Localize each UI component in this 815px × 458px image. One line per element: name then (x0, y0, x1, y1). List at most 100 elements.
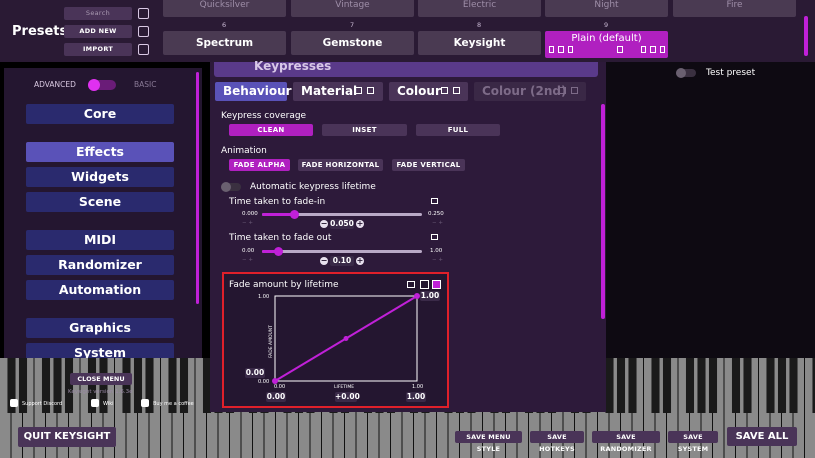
trash-icon[interactable] (659, 46, 665, 53)
paste-icon[interactable] (367, 87, 374, 94)
coverage-clean[interactable]: CLEAN (229, 124, 313, 136)
fade-in-increment[interactable]: + (356, 220, 364, 228)
nav-graphics[interactable]: Graphics (26, 318, 174, 338)
tab-colour[interactable]: Colour (389, 82, 468, 101)
save-icon[interactable] (650, 46, 656, 53)
preset-tile-vintage[interactable]: Vintage (291, 0, 414, 17)
nav-midi[interactable]: MIDI (26, 230, 174, 250)
preset-tile-keysight[interactable]: Keysight (418, 31, 541, 55)
paste-icon[interactable] (453, 87, 460, 94)
preset-tile-night[interactable]: Night (545, 0, 668, 17)
black-key (605, 358, 614, 413)
mode-toggle[interactable] (88, 79, 116, 91)
curve-mid-point[interactable] (343, 336, 349, 341)
fade-in-decrement[interactable]: − (320, 220, 328, 228)
fade-in-label: Time taken to fade-in (229, 197, 326, 207)
coverage-full[interactable]: FULL (416, 124, 500, 136)
copy-icon[interactable] (441, 87, 448, 94)
black-key (651, 358, 660, 413)
animation-fade-alpha[interactable]: FADE ALPHA (229, 159, 290, 171)
buy-coffee-link[interactable]: Buy me a coffee (153, 401, 194, 407)
black-key (743, 358, 752, 413)
save-system-button[interactable]: SAVE SYSTEM (668, 431, 718, 453)
fade-out-min: 0.00 (242, 248, 255, 254)
animation-fade-vertical[interactable]: FADE VERTICAL (392, 159, 465, 171)
preset-tile-plain-default[interactable]: Plain (default) (545, 31, 668, 58)
save-randomizer-button[interactable]: SAVE RANDOMIZER (592, 431, 660, 453)
preset-scrollbar[interactable] (804, 16, 808, 56)
fade-out-decrement[interactable]: − (320, 257, 328, 265)
fade-out-value[interactable]: 0.10 (330, 256, 354, 266)
save-menu-style-button[interactable]: SAVE MENU STYLE (455, 431, 522, 453)
bottom-left-value[interactable]: 0.00 (266, 392, 286, 402)
nav-core[interactable]: Core (26, 104, 174, 124)
animation-fade-horizontal[interactable]: FADE HORIZONTAL (298, 159, 383, 171)
preset-tile-fire[interactable]: Fire (673, 0, 796, 17)
linear-curve-icon[interactable] (432, 280, 441, 289)
quit-button[interactable]: QUIT KEYSIGHT (18, 427, 116, 447)
preset-tile-quicksilver[interactable]: Quicksilver (163, 0, 286, 17)
step-curve-icon[interactable] (420, 280, 429, 289)
decrement-hint: − + (242, 220, 253, 226)
preset-number: 7 (350, 21, 355, 29)
save-hotkeys-button[interactable]: SAVE HOTKEYS (530, 431, 584, 453)
wiki-icon[interactable] (91, 399, 99, 407)
paste-icon[interactable] (571, 87, 578, 94)
paste-icon[interactable] (558, 46, 564, 53)
coffee-icon[interactable] (141, 399, 149, 407)
test-preset-label: Test preset (706, 68, 756, 78)
reset-icon[interactable] (407, 281, 415, 288)
tab-colour-2nd[interactable]: Colour (2nd) (474, 82, 586, 101)
nav-randomizer[interactable]: Randomizer (26, 255, 174, 275)
copy-icon[interactable] (355, 87, 362, 94)
discord-icon[interactable] (10, 399, 18, 407)
nav-effects[interactable]: Effects (26, 142, 174, 162)
reorder-icon[interactable] (138, 26, 149, 37)
mid-value[interactable]: +0.00 (335, 392, 360, 402)
black-key (777, 358, 787, 413)
edit-icon[interactable] (617, 46, 623, 53)
start-value[interactable]: 0.00 (245, 368, 265, 378)
wiki-link[interactable]: Wiki (103, 401, 114, 407)
folder-icon[interactable] (138, 8, 149, 19)
nav-automation[interactable]: Automation (26, 280, 174, 300)
fade-in-slider-knob[interactable] (289, 210, 299, 219)
nav-widgets[interactable]: Widgets (26, 167, 174, 187)
close-menu-button[interactable]: CLOSE MENU (70, 373, 132, 385)
coverage-inset[interactable]: INSET (322, 124, 407, 136)
panel-scrollbar[interactable] (601, 104, 605, 319)
save-all-button[interactable]: SAVE ALL (727, 427, 797, 446)
preset-tile-gemstone[interactable]: Gemstone (291, 31, 414, 55)
search-input[interactable]: Search (64, 7, 132, 20)
fade-out-slider[interactable] (262, 250, 422, 253)
decrement-hint: − + (242, 257, 253, 263)
reset-icon[interactable] (431, 234, 438, 240)
duplicate-icon[interactable] (567, 46, 574, 53)
preset-tile-actions (549, 46, 665, 54)
preset-tile-spectrum[interactable]: Spectrum (163, 31, 286, 55)
import-button[interactable]: IMPORT (64, 43, 132, 56)
side-menu-scrollbar[interactable] (196, 72, 199, 304)
support-discord-link[interactable]: Support Discord (22, 401, 62, 407)
copy-icon[interactable] (559, 87, 566, 94)
save-icon[interactable] (138, 44, 149, 55)
reorder-icon[interactable] (640, 46, 647, 53)
tab-behaviour[interactable]: Behaviour (215, 82, 292, 101)
fade-in-value[interactable]: 0.050 (330, 219, 354, 229)
x-axis-min: 0.00 (274, 384, 285, 390)
fade-curve-graph[interactable]: 1.00 0.00 0.00 1.00 LIFETIME FADE AMOUNT (230, 290, 442, 402)
auto-lifetime-toggle[interactable] (221, 182, 241, 192)
preset-tile-electric[interactable]: Electric (418, 0, 541, 17)
end-value[interactable]: 1.00 (420, 291, 440, 301)
bottom-right-value[interactable]: 1.00 (406, 392, 426, 402)
fade-out-increment[interactable]: + (356, 257, 364, 265)
nav-scene[interactable]: Scene (26, 192, 174, 212)
tab-material[interactable]: Material (293, 82, 383, 101)
test-preset-toggle[interactable] (676, 68, 696, 78)
black-key (697, 358, 706, 413)
reset-icon[interactable] (431, 198, 438, 204)
black-key (685, 358, 695, 413)
fade-out-slider-knob[interactable] (273, 247, 283, 256)
add-new-button[interactable]: ADD NEW (64, 25, 132, 38)
copy-icon[interactable] (549, 46, 555, 53)
